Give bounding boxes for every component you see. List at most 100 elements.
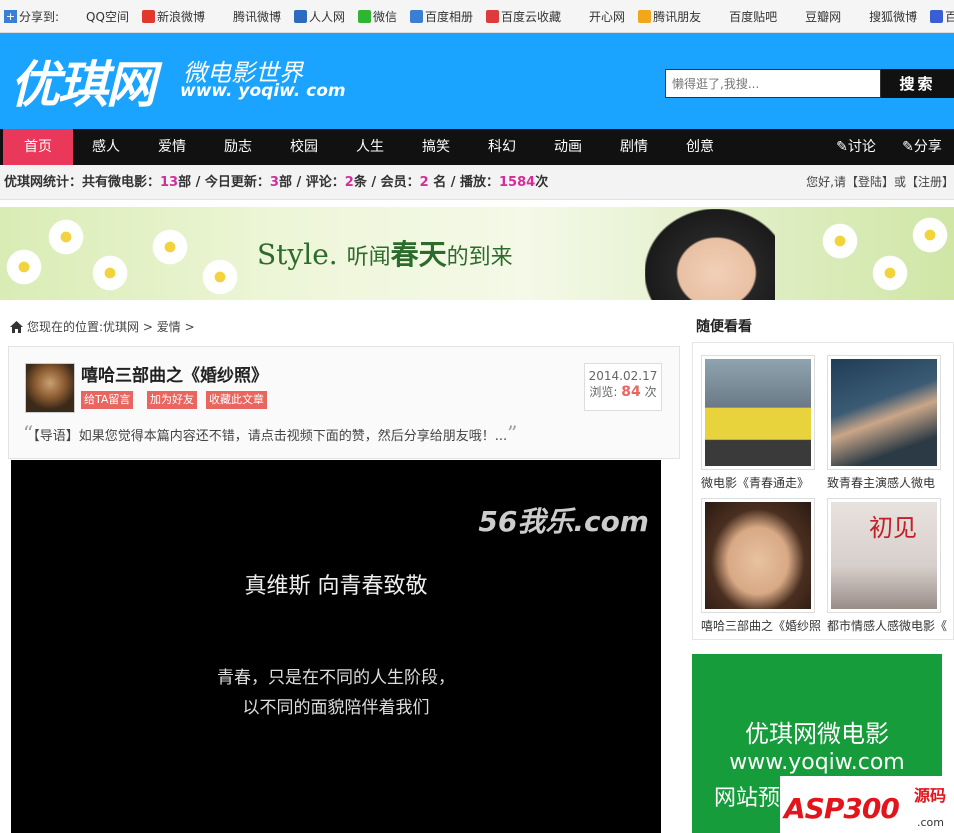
video-player[interactable]: 56我乐.com 真维斯 向青春致敬 青春，只是在不同的人生阶段， 以不同的面貌… bbox=[11, 460, 661, 833]
share-pengyou[interactable]: 腾讯朋友 bbox=[638, 8, 701, 25]
banner-title: Style. 听闻春天的到来 bbox=[257, 233, 513, 273]
banner-tagline-c: 的到来 bbox=[446, 245, 513, 270]
stats-today: 3 bbox=[269, 175, 279, 190]
share-douban[interactable]: 豆瓣网 bbox=[790, 8, 841, 25]
share-renren[interactable]: 人人网 bbox=[293, 8, 345, 25]
random-pick-caption-4[interactable]: 都市情感人感微电影《 bbox=[827, 617, 947, 634]
share-label: 搜狐微博 bbox=[869, 9, 918, 24]
site-url: www. yoqiw. com bbox=[180, 81, 346, 101]
ad-line-3: 网站预 bbox=[714, 786, 781, 811]
share-lead: + 分享到: bbox=[0, 8, 59, 25]
nav-item-drama[interactable]: 剧情 bbox=[601, 129, 667, 165]
open-quote-icon: “ bbox=[23, 421, 34, 445]
share-label: 人人网 bbox=[308, 9, 345, 24]
breadcrumb-site-link[interactable]: 优琪网 bbox=[103, 318, 139, 335]
nav-item-love[interactable]: 爱情 bbox=[139, 129, 205, 165]
share-tieba[interactable]: 百度贴吧 bbox=[714, 8, 777, 25]
nav-item-campus[interactable]: 校园 bbox=[271, 129, 337, 165]
stats-films: 13 bbox=[160, 175, 179, 190]
home-icon bbox=[10, 320, 23, 333]
nav-item-touching[interactable]: 感人 bbox=[73, 129, 139, 165]
banner[interactable]: Style. 听闻春天的到来 bbox=[0, 207, 954, 300]
nav-item-creative[interactable]: 创意 bbox=[667, 129, 733, 165]
stats-plays-unit: 次 bbox=[535, 175, 549, 190]
nav-item-life[interactable]: 人生 bbox=[337, 129, 403, 165]
message-button[interactable]: 给TA留言 bbox=[81, 391, 134, 409]
nav-item-home[interactable]: 首页 bbox=[3, 129, 73, 165]
nav-item-inspire[interactable]: 励志 bbox=[205, 129, 271, 165]
stats-members: 2 bbox=[419, 175, 429, 190]
article-header: 嘻哈三部曲之《婚纱照》 给TA留言 加为好友 收藏此文章 2014.02.17 … bbox=[8, 346, 680, 459]
share-items: QQ空间 新浪微博 腾讯微博 人人网 微信 百度相册 百度云收藏 开心网 腾讯朋友 百度贴吧 豆瓣网… bbox=[71, 8, 954, 25]
share-baidu-cloud[interactable]: 百度云收藏 bbox=[486, 8, 561, 25]
site-logo[interactable]: 优琪网 bbox=[10, 45, 156, 117]
share-baidu-album[interactable]: 百度相册 bbox=[410, 8, 473, 25]
article-date: 2014.02.17 bbox=[588, 369, 658, 383]
nav-item-scifi[interactable]: 科幻 bbox=[469, 129, 535, 165]
daisy-decoration bbox=[820, 221, 860, 261]
video-caption-3: 以不同的面貌陪伴着我们 bbox=[242, 698, 430, 718]
pengyou-icon bbox=[638, 9, 652, 23]
asp300-logo-domain: .com bbox=[917, 816, 944, 829]
favorite-button[interactable]: 收藏此文章 bbox=[206, 391, 267, 409]
share-label: 百度贴吧 bbox=[729, 9, 778, 24]
breadcrumb-category-link[interactable]: 爱情 bbox=[157, 318, 181, 335]
random-pick-caption-2[interactable]: 致青春主演感人微电 bbox=[827, 474, 947, 491]
share-tencent-weibo[interactable]: 腾讯微博 bbox=[217, 8, 281, 25]
asp300-logo-suffix: 源码 bbox=[913, 786, 946, 805]
login-hint[interactable]: 您好,请【登陆】或【注册】 bbox=[806, 165, 954, 200]
daisy-decoration bbox=[910, 215, 950, 255]
nav-item-animation[interactable]: 动画 bbox=[535, 129, 601, 165]
add-friend-button[interactable]: 加为好友 bbox=[147, 391, 197, 409]
share-label: 微信 bbox=[373, 9, 398, 24]
banner-model-image bbox=[645, 209, 775, 300]
baidu-home-icon bbox=[930, 9, 944, 23]
article-meta: 2014.02.17 浏览: 84 次 bbox=[584, 363, 662, 411]
random-pick-caption-3[interactable]: 嘻哈三部曲之《婚纱照 bbox=[701, 617, 821, 634]
article-views: 浏览: 84 次 bbox=[585, 383, 661, 400]
nav-item-funny[interactable]: 搞笑 bbox=[403, 129, 469, 165]
share-kaixin[interactable]: 开心网 bbox=[574, 8, 625, 25]
article-title: 嘻哈三部曲之《婚纱照》 bbox=[81, 366, 268, 386]
thumb-image bbox=[831, 359, 937, 466]
banner-tagline-a: 听闻 bbox=[346, 245, 391, 270]
daisy-decoration bbox=[150, 227, 190, 267]
stats-comments-unit: 条 / 会员： bbox=[353, 175, 420, 190]
views-unit: 次 bbox=[644, 385, 657, 399]
douban-icon bbox=[790, 9, 804, 23]
random-pick-thumb-1[interactable] bbox=[701, 355, 815, 470]
share-baidu-home[interactable]: 百度新首页 bbox=[930, 8, 954, 25]
random-pick-caption-1[interactable]: 微电影《青春通走》 bbox=[701, 474, 821, 491]
ad-line-2: www.yoqiw.com bbox=[729, 750, 905, 775]
stats-plays: 1584 bbox=[499, 175, 536, 190]
site-header: 优琪网 微电影世界 www. yoqiw. com 搜索 bbox=[0, 33, 954, 129]
video-caption-2: 青春，只是在不同的人生阶段， bbox=[217, 668, 455, 688]
share-sohu-weibo[interactable]: 搜狐微博 bbox=[854, 8, 917, 25]
stats-today-unit: 部 / 评论： bbox=[278, 175, 345, 190]
search-input[interactable] bbox=[665, 69, 881, 98]
banner-tagline-b: 春天 bbox=[390, 238, 447, 271]
breadcrumb-separator: > bbox=[184, 319, 195, 334]
asp300-logo[interactable]: ASP300 源码 .com bbox=[780, 776, 954, 833]
renren-icon bbox=[293, 9, 307, 23]
share-qzone[interactable]: QQ空间 bbox=[71, 8, 129, 25]
nav-discuss-link[interactable]: ✎讨论 bbox=[826, 129, 886, 165]
tencent-weibo-icon bbox=[217, 9, 231, 23]
sohu-weibo-icon bbox=[854, 9, 868, 23]
random-pick-thumb-4[interactable]: 初见 bbox=[827, 498, 941, 613]
stats-comments: 2 bbox=[344, 175, 354, 190]
nav-share-link[interactable]: ✎分享 bbox=[894, 129, 950, 165]
share-label: 百度相册 bbox=[425, 9, 474, 24]
main-nav: 首页 感人 爱情 励志 校园 人生 搞笑 科幻 动画 剧情 创意 ✎讨论 ✎分享 bbox=[0, 129, 954, 165]
share-weibo[interactable]: 新浪微博 bbox=[141, 8, 205, 25]
random-pick-thumb-2[interactable] bbox=[827, 355, 941, 470]
banner-style-word: Style. bbox=[257, 238, 338, 271]
intro-text: 【导语】如果您觉得本篇内容还不错，请点击视频下面的赞，然后分享给朋友哦！... bbox=[33, 429, 508, 444]
random-pick-thumb-3[interactable] bbox=[701, 498, 815, 613]
search-button[interactable]: 搜索 bbox=[881, 69, 954, 98]
author-avatar[interactable] bbox=[25, 363, 75, 413]
article-intro: “【导语】如果您觉得本篇内容还不错，请点击视频下面的赞，然后分享给朋友哦！...… bbox=[23, 421, 517, 445]
weibo-icon bbox=[141, 9, 155, 23]
share-wechat[interactable]: 微信 bbox=[358, 8, 397, 25]
plus-icon: + bbox=[4, 9, 17, 23]
